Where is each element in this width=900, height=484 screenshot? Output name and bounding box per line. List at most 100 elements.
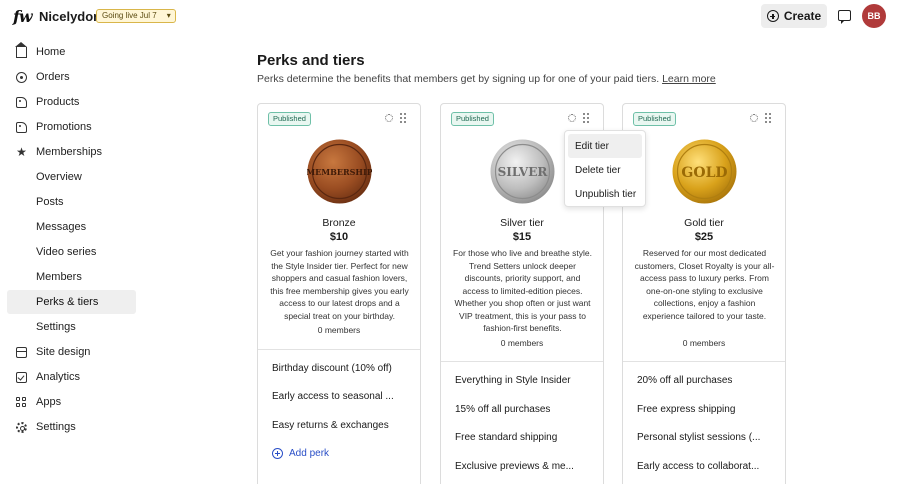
plus-circle-icon [272, 448, 283, 459]
gear-icon[interactable] [750, 114, 758, 122]
tier-card-bronze: Published MEMBERSHIP Bronze $10 Get your… [257, 103, 421, 484]
sidebar-item-label: Settings [36, 421, 76, 433]
perk-item[interactable]: Free express shipping [637, 404, 777, 415]
page-subtitle-text: Perks determine the benefits that member… [257, 73, 660, 85]
sidebar-item-label: Products [36, 96, 80, 108]
sidebar-item-overview[interactable]: Overview [7, 165, 136, 189]
go-live-label: Going live Jul 7 [102, 11, 157, 20]
tier-price: $10 [329, 231, 349, 243]
messages-icon[interactable] [838, 10, 851, 24]
sidebar-item-label: Overview [36, 171, 82, 183]
tier-card-gold: Published GOLD Gold tier $25 Reserved fo… [622, 103, 786, 484]
gear-icon[interactable] [385, 114, 393, 122]
plus-circle-icon [766, 10, 779, 22]
top-bar: fw Nicelydone Going live Jul 7 ▾ Create … [0, 0, 900, 34]
gear-icon [16, 421, 27, 433]
sidebar-item-apps[interactable]: Apps [7, 390, 136, 414]
perk-item[interactable]: Exclusive previews & me... [455, 461, 595, 472]
status-badge: Published [451, 112, 494, 126]
add-perk-button[interactable]: Add perk [272, 448, 329, 459]
sidebar-item-orders[interactable]: Orders [7, 65, 136, 89]
silver-medal-image: SILVER [490, 139, 555, 204]
sidebar-item-posts[interactable]: Posts [7, 190, 136, 214]
sidebar-item-label: Apps [36, 396, 62, 408]
perk-item[interactable]: Free standard shipping [455, 432, 595, 443]
gold-medal-image: GOLD [672, 139, 737, 204]
perk-item[interactable]: Personal stylist sessions (... [637, 432, 777, 443]
tier-name: Bronze [322, 217, 356, 229]
sidebar: Home Orders Products Promotions ★ Member… [7, 40, 136, 440]
unpublish-tier-option[interactable]: Unpublish tier [568, 182, 642, 206]
perk-item[interactable]: Easy returns & exchanges [272, 420, 412, 431]
tier-members-count: 0 members [500, 338, 544, 348]
tier-name: Silver tier [500, 217, 544, 229]
sidebar-item-label: Perks & tiers [36, 296, 99, 308]
tier-name: Gold tier [684, 217, 724, 229]
learn-more-link[interactable]: Learn more [662, 73, 716, 85]
site-design-icon [16, 346, 27, 358]
go-live-badge[interactable]: Going live Jul 7 ▾ [96, 9, 176, 23]
star-icon: ★ [16, 144, 27, 159]
home-icon [15, 41, 27, 58]
add-perk-label: Add perk [289, 448, 330, 459]
sidebar-item-label: Home [36, 46, 66, 58]
delete-tier-option[interactable]: Delete tier [568, 158, 642, 182]
sidebar-item-label: Orders [36, 71, 70, 83]
perk-item[interactable]: Birthday discount (10% off) [272, 363, 412, 374]
apps-icon [16, 396, 27, 408]
sidebar-item-memberships[interactable]: ★ Memberships [7, 140, 136, 164]
perk-item[interactable]: 15% off all purchases [455, 404, 595, 415]
promotions-icon [16, 121, 27, 133]
sidebar-item-video-series[interactable]: Video series [7, 240, 136, 264]
bronze-medal-image: MEMBERSHIP [307, 139, 372, 204]
sidebar-item-settings[interactable]: Settings [7, 415, 136, 439]
medal-text: MEMBERSHIP [307, 167, 372, 177]
sidebar-item-label: Video series [36, 246, 97, 258]
divider [258, 349, 420, 350]
sidebar-item-analytics[interactable]: Analytics [7, 365, 136, 389]
divider [623, 361, 785, 362]
sidebar-item-label: Posts [36, 196, 64, 208]
sidebar-item-label: Promotions [36, 121, 92, 133]
divider [441, 361, 603, 362]
sidebar-item-label: Memberships [36, 146, 103, 158]
analytics-icon [16, 371, 27, 383]
sidebar-item-home[interactable]: Home [7, 40, 136, 64]
tier-description: Get your fashion journey started with th… [270, 248, 409, 321]
sidebar-item-perks-tiers[interactable]: Perks & tiers [7, 290, 136, 314]
tier-description: For those who live and breathe style. Tr… [453, 248, 592, 333]
sidebar-item-promotions[interactable]: Promotions [7, 115, 136, 139]
avatar[interactable]: BB [862, 4, 886, 28]
perk-item[interactable]: Early access to seasonal ... [272, 391, 412, 402]
app-logo[interactable]: fw [13, 7, 33, 26]
medal-text: SILVER [498, 165, 549, 179]
sidebar-item-products[interactable]: Products [7, 90, 136, 114]
gear-icon[interactable] [568, 114, 576, 122]
sidebar-item-label: Settings [36, 321, 76, 333]
drag-handle-icon[interactable] [583, 113, 589, 123]
sidebar-item-label: Messages [36, 221, 87, 233]
tier-members-count: 0 members [317, 325, 361, 335]
tier-members-count: 0 members [682, 338, 726, 348]
edit-tier-option[interactable]: Edit tier [568, 134, 642, 158]
medal-text: GOLD [681, 165, 727, 181]
sidebar-item-members[interactable]: Members [7, 265, 136, 289]
page-title: Perks and tiers [257, 52, 365, 69]
tier-price: $25 [694, 231, 714, 243]
tier-price: $15 [512, 231, 532, 243]
sidebar-item-messages[interactable]: Messages [7, 215, 136, 239]
sidebar-item-membership-settings[interactable]: Settings [7, 315, 136, 339]
perk-item[interactable]: Early access to collaborat... [637, 461, 777, 472]
sidebar-item-label: Members [36, 271, 82, 283]
tier-description: Reserved for our most dedicated customer… [634, 248, 775, 321]
create-button[interactable]: Create [761, 4, 827, 28]
status-badge: Published [633, 112, 676, 126]
orders-icon [16, 71, 27, 83]
sidebar-item-site-design[interactable]: Site design [7, 340, 136, 364]
perk-item[interactable]: 20% off all purchases [637, 375, 777, 386]
drag-handle-icon[interactable] [400, 113, 406, 123]
perk-item[interactable]: Everything in Style Insider [455, 375, 595, 386]
drag-handle-icon[interactable] [765, 113, 771, 123]
create-label: Create [783, 9, 822, 23]
chevron-down-icon: ▾ [166, 11, 171, 20]
